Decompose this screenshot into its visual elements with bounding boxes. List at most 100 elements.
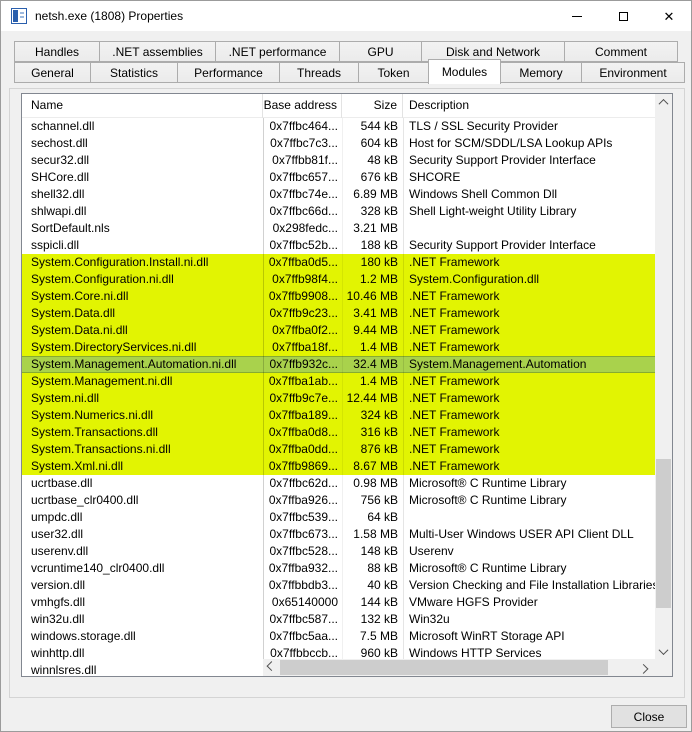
size-cell: 9.44 MB xyxy=(353,323,398,337)
header-description[interactable]: Description xyxy=(403,94,655,118)
table-row[interactable]: umpdc.dll 0x7ffbc539... 64 kB xyxy=(22,509,655,526)
table-row[interactable]: SHCore.dll 0x7ffbc657... 676 kB SHCORE xyxy=(22,169,655,186)
module-name-cell: user32.dll xyxy=(31,527,84,541)
table-row[interactable]: win32u.dll 0x7ffbc587... 132 kB Win32u xyxy=(22,611,655,628)
table-row[interactable]: user32.dll 0x7ffbc673... 1.58 MB Multi-U… xyxy=(22,526,655,543)
description-cell: .NET Framework xyxy=(409,374,500,388)
table-row[interactable]: System.DirectoryServices.ni.dll 0x7ffba1… xyxy=(22,339,655,356)
module-name-cell: shell32.dll xyxy=(31,187,85,201)
table-row[interactable]: System.Configuration.ni.dll 0x7ffb98f4..… xyxy=(22,271,655,288)
description-cell: .NET Framework xyxy=(409,340,500,354)
table-row[interactable]: System.Numerics.ni.dll 0x7ffba189... 324… xyxy=(22,407,655,424)
size-cell: 48 kB xyxy=(367,153,398,167)
size-cell: 32.4 MB xyxy=(353,357,398,371)
tab--net-performance[interactable]: .NET performance xyxy=(215,41,340,62)
table-row[interactable]: System.Management.ni.dll 0x7ffba1ab... 1… xyxy=(22,373,655,390)
table-row[interactable]: ucrtbase_clr0400.dll 0x7ffba926... 756 k… xyxy=(22,492,655,509)
tab-memory[interactable]: Memory xyxy=(500,62,582,83)
table-row[interactable]: sechost.dll 0x7ffbc7c3... 604 kB Host fo… xyxy=(22,135,655,152)
scroll-down-button[interactable] xyxy=(655,643,672,660)
header-name[interactable]: Name xyxy=(22,94,263,118)
vertical-scroll-thumb[interactable] xyxy=(656,459,671,608)
description-cell: Security Support Provider Interface xyxy=(409,238,596,252)
table-row[interactable]: schannel.dll 0x7ffbc464... 544 kB TLS / … xyxy=(22,118,655,135)
tab-general[interactable]: General xyxy=(14,62,91,83)
size-cell: 756 kB xyxy=(360,493,398,507)
module-name-cell: win32u.dll xyxy=(31,612,85,626)
table-row[interactable]: System.ni.dll 0x7ffb9c7e... 12.44 MB .NE… xyxy=(22,390,655,407)
horizontal-scroll-thumb[interactable] xyxy=(280,660,608,675)
table-row[interactable]: vcruntime140_clr0400.dll 0x7ffba932... 8… xyxy=(22,560,655,577)
tab-modules[interactable]: Modules xyxy=(428,59,501,84)
table-row[interactable]: System.Data.dll 0x7ffb9c23... 3.41 MB .N… xyxy=(22,305,655,322)
base-address-cell: 0x7ffba0d8... xyxy=(268,425,338,439)
table-row[interactable]: ucrtbase.dll 0x7ffbc62d... 0.98 MB Micro… xyxy=(22,475,655,492)
table-row[interactable]: shlwapi.dll 0x7ffbc66d... 328 kB Shell L… xyxy=(22,203,655,220)
module-name-cell: System.Configuration.Install.ni.dll xyxy=(31,255,209,269)
tab-handles[interactable]: Handles xyxy=(14,41,100,62)
module-name-cell: System.Transactions.dll xyxy=(31,425,158,439)
table-row[interactable]: userenv.dll 0x7ffbc528... 148 kB Userenv xyxy=(22,543,655,560)
tab-comment[interactable]: Comment xyxy=(564,41,678,62)
base-address-cell: 0x7ffba189... xyxy=(268,408,338,422)
tab--net-assemblies[interactable]: .NET assemblies xyxy=(99,41,216,62)
properties-dialog: netsh.exe (1808) Properties ✕ Handles .NE… xyxy=(0,0,692,732)
description-cell: Win32u xyxy=(409,612,450,626)
base-address-cell: 0x7ffba926... xyxy=(268,493,338,507)
tab-row-primary: General Statistics Performance Threads Token… xyxy=(14,59,685,87)
table-row[interactable]: System.Xml.ni.dll 0x7ffb9869... 8.67 MB … xyxy=(22,458,655,475)
scroll-up-button[interactable] xyxy=(655,94,672,111)
base-address-cell: 0x7ffbc5aa... xyxy=(269,629,339,643)
size-cell: 180 kB xyxy=(360,255,398,269)
header-base-address[interactable]: Base address xyxy=(263,94,342,118)
scroll-left-button[interactable] xyxy=(263,659,280,676)
module-name-cell: sspicli.dll xyxy=(31,238,80,252)
module-name-cell: System.Numerics.ni.dll xyxy=(31,408,154,422)
tab-label: Disk and Network xyxy=(445,45,541,59)
table-row[interactable]: sspicli.dll 0x7ffbc52b... 188 kB Securit… xyxy=(22,237,655,254)
description-cell xyxy=(403,220,655,237)
base-address-cell: 0x7ffb932c... xyxy=(269,357,339,371)
base-address-cell: 0x7ffbc7c3... xyxy=(270,136,338,150)
module-rows: schannel.dll 0x7ffbc464... 544 kB TLS / … xyxy=(22,118,655,676)
table-row[interactable]: System.Data.ni.dll 0x7ffba0f2... 9.44 MB… xyxy=(22,322,655,339)
vertical-scrollbar[interactable] xyxy=(655,94,672,660)
base-address-cell: 0x7ffba0dd... xyxy=(268,442,338,456)
base-address-cell: 0x7ffb9c7e... xyxy=(269,391,339,405)
tab-performance[interactable]: Performance xyxy=(177,62,280,83)
tab-label: Environment xyxy=(599,66,667,80)
tab-environment[interactable]: Environment xyxy=(581,62,685,83)
table-row[interactable]: version.dll 0x7ffbbdb3... 40 kB Version … xyxy=(22,577,655,594)
scroll-right-button[interactable] xyxy=(635,659,652,676)
tab-threads[interactable]: Threads xyxy=(279,62,359,83)
module-name-cell: SortDefault.nls xyxy=(31,221,110,235)
horizontal-scrollbar[interactable] xyxy=(263,659,652,676)
table-row[interactable]: System.Transactions.dll 0x7ffba0d8... 31… xyxy=(22,424,655,441)
tab-gpu[interactable]: GPU xyxy=(339,41,422,62)
close-button[interactable]: Close xyxy=(611,705,687,728)
table-row[interactable]: windows.storage.dll 0x7ffbc5aa... 7.5 MB… xyxy=(22,628,655,645)
maximize-button[interactable] xyxy=(600,1,646,31)
description-cell: Shell Light-weight Utility Library xyxy=(409,204,577,218)
description-cell: .NET Framework xyxy=(409,459,500,473)
module-name-cell: shlwapi.dll xyxy=(31,204,87,218)
tab-token[interactable]: Token xyxy=(358,62,429,83)
tab-statistics[interactable]: Statistics xyxy=(90,62,178,83)
base-address-cell: 0x7ffbc62d... xyxy=(269,476,339,490)
close-window-button[interactable]: ✕ xyxy=(646,1,692,31)
table-row[interactable]: System.Transactions.ni.dll 0x7ffba0dd...… xyxy=(22,441,655,458)
table-row[interactable]: secur32.dll 0x7ffbb81f... 48 kB Security… xyxy=(22,152,655,169)
table-row[interactable]: vmhgfs.dll 0x65140000 144 kB VMware HGFS… xyxy=(22,594,655,611)
module-name-cell: ucrtbase_clr0400.dll xyxy=(31,493,139,507)
table-row[interactable]: System.Configuration.Install.ni.dll 0x7f… xyxy=(22,254,655,271)
table-row[interactable]: shell32.dll 0x7ffbc74e... 6.89 MB Window… xyxy=(22,186,655,203)
module-name-cell: vcruntime140_clr0400.dll xyxy=(31,561,165,575)
table-row[interactable]: System.Core.ni.dll 0x7ffb9908... 10.46 M… xyxy=(22,288,655,305)
header-size[interactable]: Size xyxy=(342,94,403,118)
table-row[interactable]: SortDefault.nls 0x298fedc... 3.21 MB xyxy=(22,220,655,237)
minimize-button[interactable] xyxy=(554,1,600,31)
table-row[interactable]: System.Management.Automation.ni.dll 0x7f… xyxy=(22,356,655,373)
base-address-cell: 0x7ffb9c23... xyxy=(269,306,339,320)
description-cell: System.Management.Automation xyxy=(409,357,587,371)
tab-label: .NET assemblies xyxy=(112,45,203,59)
